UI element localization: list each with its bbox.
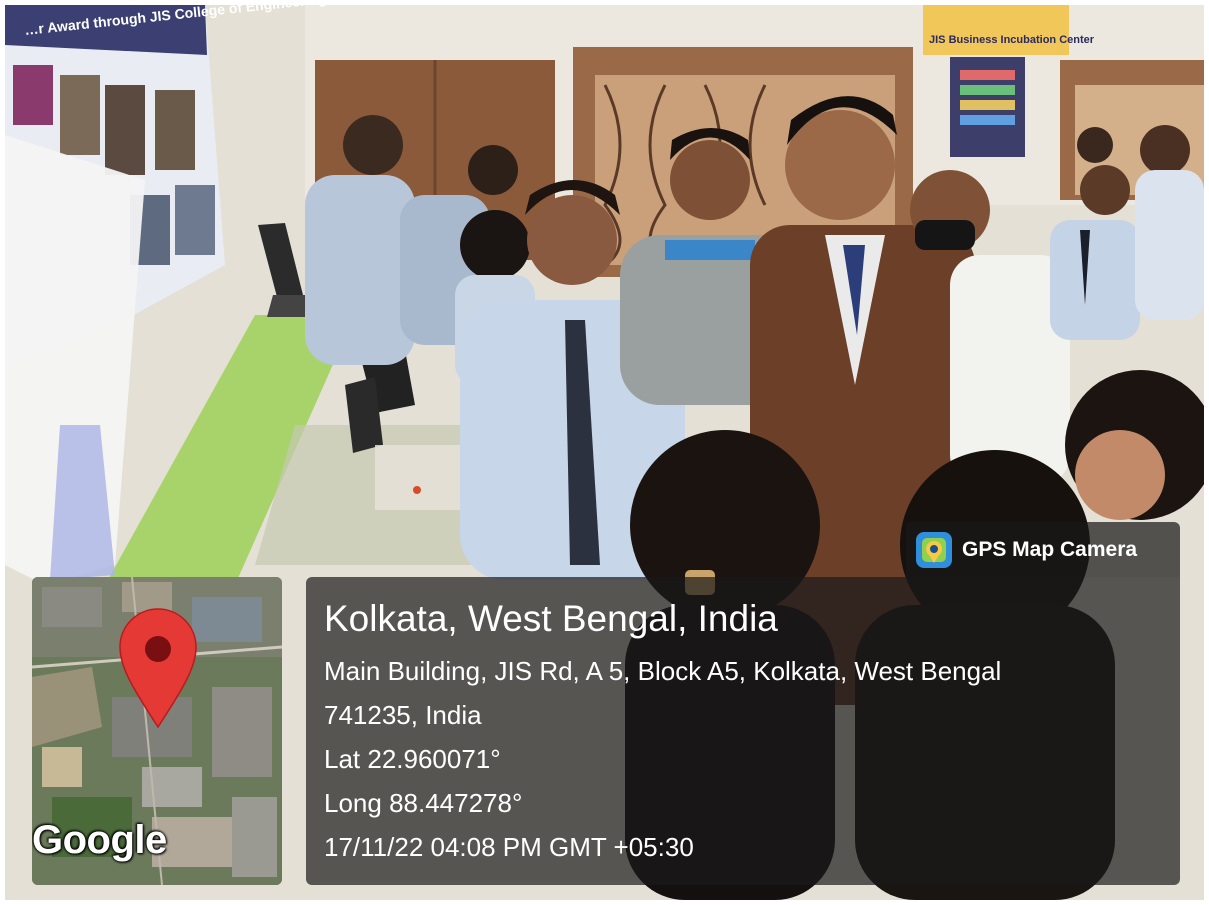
location-title: Kolkata, West Bengal, India xyxy=(324,598,778,639)
address-line-1: Main Building, JIS Rd, A 5, Block A5, Ko… xyxy=(324,656,1002,686)
app-badge: GPS Map Camera xyxy=(906,522,1180,577)
longitude-text: Long 88.447278° xyxy=(324,788,523,818)
map-pin-camera-icon xyxy=(916,531,952,568)
incubation-center-sign: JIS Business Incubation Center xyxy=(923,5,1095,55)
app-name: GPS Map Camera xyxy=(962,537,1138,561)
address-line-2: 741235, India xyxy=(324,700,482,730)
map-thumbnail: Google xyxy=(32,577,282,885)
signboard-text: JIS Business Incubation Center xyxy=(929,34,1095,46)
latitude-text: Lat 22.960071° xyxy=(324,744,501,774)
location-info-panel: Kolkata, West Bengal, India Main Buildin… xyxy=(306,577,1180,885)
timestamp-text: 17/11/22 04:08 PM GMT +05:30 xyxy=(324,832,694,862)
google-logo: Google xyxy=(32,818,167,862)
